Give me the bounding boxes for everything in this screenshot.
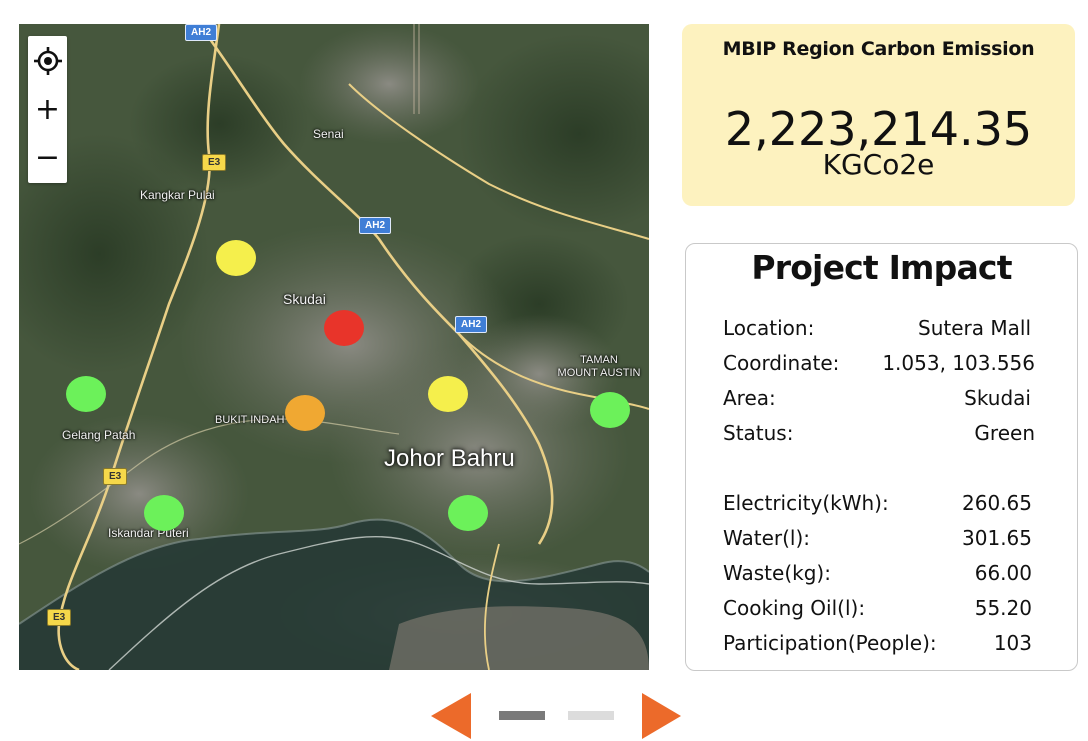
road-shield-e3: E3 [202, 154, 227, 171]
crosshair-icon [33, 47, 62, 75]
map-label-iskandar-puteri: Iskandar Puteri [108, 526, 189, 540]
impact-row-waste: Waste(kg): 66.00 [723, 559, 1035, 587]
map-marker-yellow[interactable] [216, 240, 256, 276]
impact-value: 55.20 [974, 596, 1032, 620]
impact-title: Project Impact [751, 248, 1012, 287]
impact-value: 260.65 [962, 491, 1032, 515]
map-marker-green[interactable] [66, 376, 106, 412]
prev-arrow-shape [431, 693, 471, 739]
map-label-mount-austin: MOUNT AUSTIN [557, 367, 641, 379]
prev-arrow-icon[interactable] [431, 693, 473, 739]
zoom-in-button[interactable]: + [28, 86, 67, 132]
map-marker-red[interactable] [324, 310, 364, 346]
impact-label: Location: [723, 316, 815, 340]
map-label-gelang-patah: Gelang Patah [62, 428, 136, 442]
map-label-taman: TAMAN [580, 354, 618, 366]
zoom-out-button[interactable]: − [28, 134, 67, 180]
map-zoom-controls: + − [28, 36, 67, 183]
impact-row-coordinate: Coordinate: 1.053, 103.556 [723, 349, 1035, 377]
impact-row-participation: Participation(People): 103 [723, 629, 1035, 657]
impact-row-electricity: Electricity(kWh): 260.65 [723, 489, 1035, 517]
pager [0, 690, 1088, 740]
road-shield-ah2: AH2 [185, 24, 218, 41]
impact-label: Participation(People): [723, 631, 937, 655]
page-dash-1[interactable] [499, 711, 545, 720]
impact-label: Water(l): [723, 526, 811, 550]
map-marker-green[interactable] [144, 495, 184, 531]
road-shield-ah2: AH2 [455, 316, 488, 333]
impact-label: Electricity(kWh): [723, 491, 889, 515]
impact-row-status: Status: Green [723, 419, 1035, 447]
emission-title: MBIP Region Carbon Emission [722, 38, 1035, 60]
map-marker-green[interactable] [590, 392, 630, 428]
project-impact-card: Project Impact Location: Sutera Mall Coo… [685, 243, 1078, 671]
impact-value: Sutera Mall [918, 316, 1031, 340]
next-arrow-icon[interactable] [640, 693, 682, 739]
emission-unit: KGCo2e [822, 148, 935, 181]
impact-value: 66.00 [974, 561, 1032, 585]
map-label-kangkar-pulai: Kangkar Pulai [140, 188, 215, 202]
impact-value: 1.053, 103.556 [882, 351, 1035, 375]
impact-row-area: Area: Skudai [723, 384, 1035, 412]
impact-value: 301.65 [962, 526, 1032, 550]
carbon-emission-card: MBIP Region Carbon Emission 2,223,214.35… [682, 24, 1075, 206]
impact-row-water: Water(l): 301.65 [723, 524, 1035, 552]
road-shield-e3: E3 [103, 468, 128, 485]
page-dash-2[interactable] [568, 711, 614, 720]
map-label-taman-mount-austin: TAMAN MOUNT AUSTIN [539, 354, 649, 380]
map-imagery [19, 24, 649, 670]
impact-label: Coordinate: [723, 351, 840, 375]
impact-label: Waste(kg): [723, 561, 831, 585]
road-shield-ah2: AH2 [359, 217, 392, 234]
impact-value: Skudai [964, 386, 1031, 410]
locate-button[interactable] [28, 38, 67, 84]
impact-label: Cooking Oil(l): [723, 596, 866, 620]
next-arrow-shape [642, 693, 681, 739]
emission-value: 2,223,214.35 [724, 102, 1033, 156]
map-marker-orange[interactable] [285, 395, 325, 431]
impact-row-cooking-oil: Cooking Oil(l): 55.20 [723, 594, 1035, 622]
impact-value: 103 [993, 631, 1032, 655]
road-shield-e3: E3 [47, 609, 72, 626]
impact-value: Green [974, 421, 1035, 445]
map-label-bukit-indah: BUKIT INDAH [215, 414, 285, 426]
impact-label: Area: [723, 386, 776, 410]
map-label-skudai: Skudai [283, 291, 326, 307]
satellite-map[interactable]: Senai Kangkar Pulai Skudai BUKIT INDAH G… [19, 24, 649, 670]
map-marker-green[interactable] [448, 495, 488, 531]
map-marker-yellow[interactable] [428, 376, 468, 412]
impact-label: Status: [723, 421, 794, 445]
map-label-johor-bahru: Johor Bahru [384, 445, 515, 472]
impact-row-location: Location: Sutera Mall [723, 314, 1035, 342]
map-label-senai: Senai [313, 127, 344, 141]
